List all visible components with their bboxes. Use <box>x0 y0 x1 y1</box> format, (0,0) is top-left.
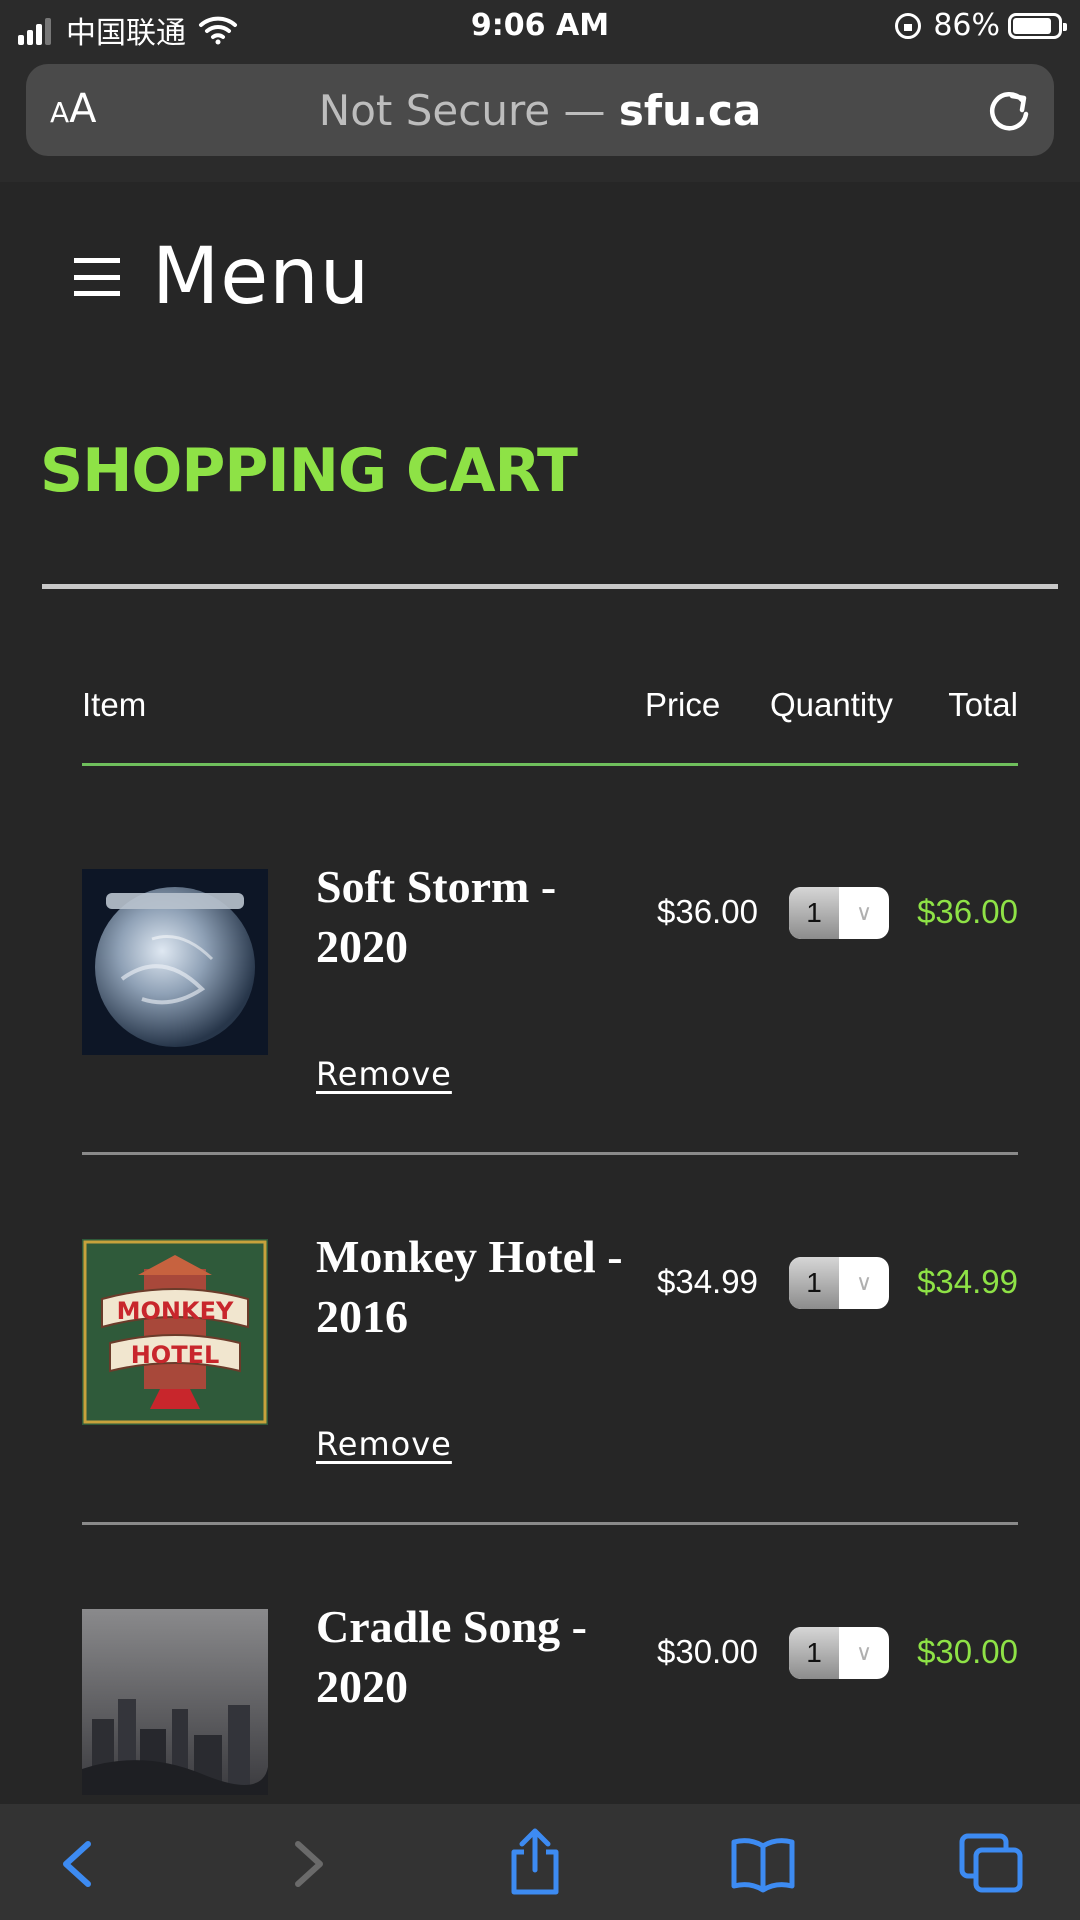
row-divider <box>82 1522 1018 1525</box>
art-text-hotel: HOTEL <box>131 1341 220 1369</box>
browser-toolbar <box>0 1804 1080 1920</box>
quantity-select[interactable]: 1 ∨ <box>789 887 889 939</box>
header-item: Item <box>82 686 147 723</box>
cart-row: Soft Storm - 2020 Remove $36.00 1 ∨ $36.… <box>82 861 1018 1169</box>
header-divider <box>82 763 1018 766</box>
quantity-select[interactable]: 1 ∨ <box>789 1627 889 1679</box>
chevron-down-icon: ∨ <box>855 1640 873 1665</box>
header-price: Price <box>645 686 721 723</box>
url-security-label: Not Secure — <box>318 86 619 135</box>
browser-top-bar: AA Not Secure — sfu.ca <box>0 52 1080 182</box>
item-total: $36.00 <box>917 893 1018 930</box>
item-name[interactable]: Soft Storm - 2020 <box>316 857 646 977</box>
item-price: $30.00 <box>657 1633 758 1670</box>
quantity-value: 1 <box>789 887 839 939</box>
url-text[interactable]: Not Secure — sfu.ca <box>26 86 1054 135</box>
title-divider <box>42 584 1058 589</box>
url-domain: sfu.ca <box>618 86 762 135</box>
remove-link[interactable]: Remove <box>316 1055 452 1093</box>
item-total: $34.99 <box>917 1263 1018 1300</box>
cart-row: MONKEY HOTEL Monkey Hotel - 2016 Remove … <box>82 1231 1018 1539</box>
quantity-value: 1 <box>789 1627 839 1679</box>
address-bar[interactable]: AA Not Secure — sfu.ca <box>26 64 1054 156</box>
bookmarks-icon[interactable] <box>728 1832 798 1896</box>
tabs-icon[interactable] <box>956 1832 1026 1896</box>
page-title: SHOPPING CART <box>40 436 578 506</box>
chevron-down-icon: ∨ <box>855 900 873 925</box>
item-name[interactable]: Monkey Hotel - 2016 <box>316 1227 646 1347</box>
header-total: Total <box>948 686 1018 723</box>
album-art-monkey-hotel[interactable]: MONKEY HOTEL <box>82 1239 268 1425</box>
cart-table-header: Item Price Quantity Total <box>82 686 1018 734</box>
forward-icon[interactable] <box>272 1832 342 1896</box>
battery-icon <box>1008 12 1067 39</box>
hamburger-icon <box>74 258 120 296</box>
menu-toggle[interactable]: Menu <box>74 232 370 322</box>
remove-link[interactable]: Remove <box>316 1425 452 1463</box>
header-quantity: Quantity <box>770 686 893 723</box>
status-bar: 中国联通 9:06 AM 86% <box>0 0 1080 52</box>
share-icon[interactable] <box>500 1826 570 1896</box>
status-right: 86% <box>895 8 1067 43</box>
reload-icon[interactable] <box>984 86 1034 136</box>
item-price: $34.99 <box>657 1263 758 1300</box>
battery-percent: 86% <box>933 8 1000 43</box>
item-total: $30.00 <box>917 1633 1018 1670</box>
screen: 中国联通 9:06 AM 86% AA Not Secure — sfu.ca … <box>0 0 1080 1920</box>
album-art-cradle-song[interactable] <box>82 1609 268 1795</box>
chevron-down-icon: ∨ <box>855 1270 873 1295</box>
quantity-value: 1 <box>789 1257 839 1309</box>
art-text-monkey: MONKEY <box>117 1297 234 1325</box>
quantity-select[interactable]: 1 ∨ <box>789 1257 889 1309</box>
row-divider <box>82 1152 1018 1155</box>
item-price: $36.00 <box>657 893 758 930</box>
album-art-soft-storm[interactable] <box>82 869 268 1055</box>
item-name[interactable]: Cradle Song - 2020 <box>316 1597 646 1717</box>
menu-label: Menu <box>152 232 371 322</box>
battery-level <box>1013 17 1051 34</box>
back-icon[interactable] <box>44 1832 114 1896</box>
rotation-lock-icon <box>895 12 922 39</box>
